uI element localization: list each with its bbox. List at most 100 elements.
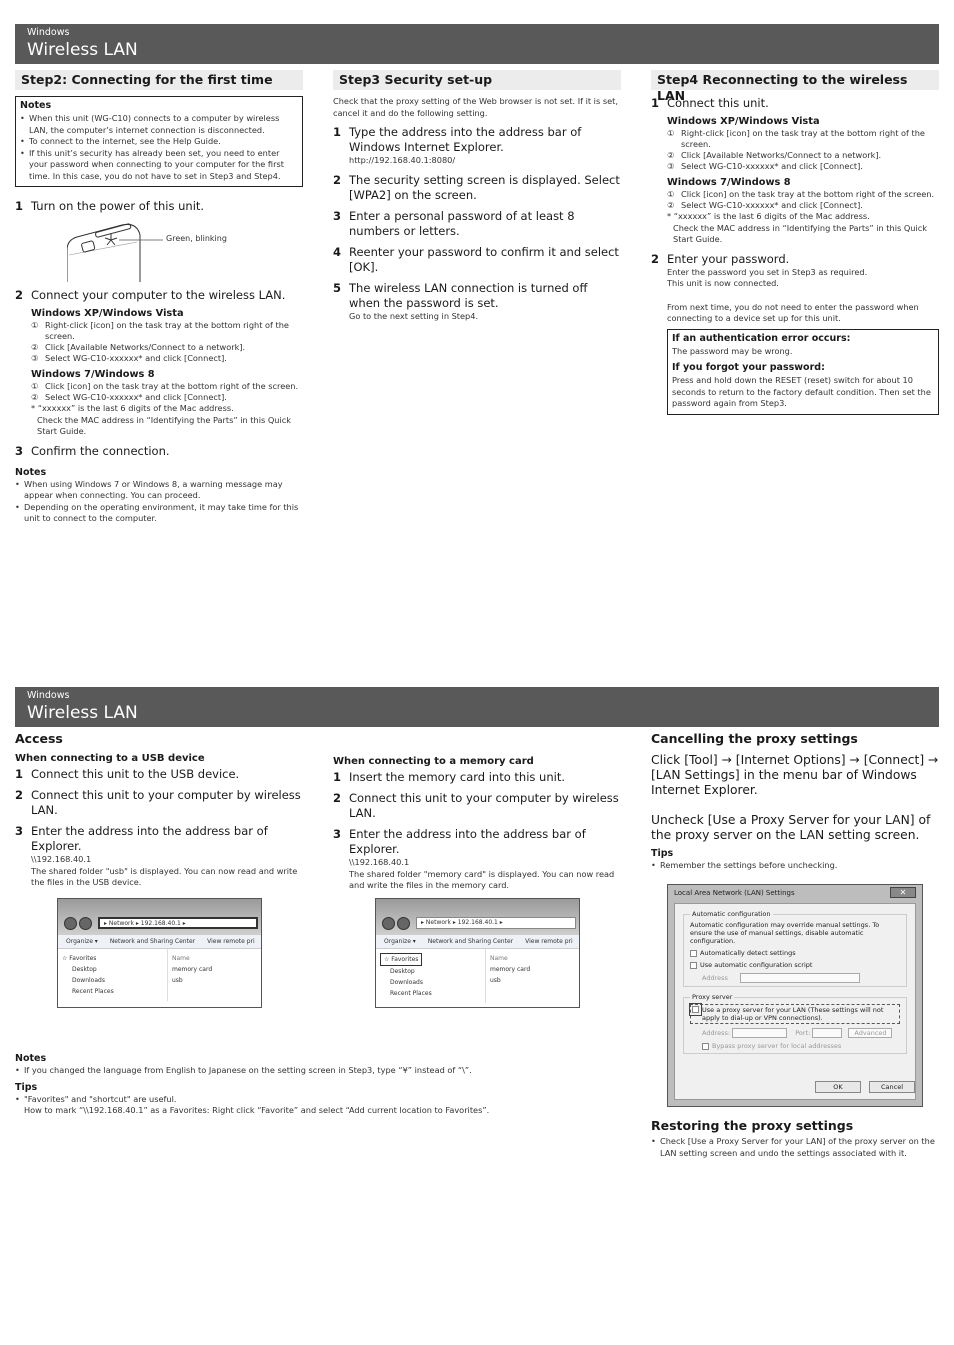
xp-step: ② Click [Available Networks/Connect to a … [667,150,882,160]
w7-subheading: Windows 7/Windows 8 [667,177,791,188]
footnote: * “xxxxxx” is the last 6 digits of the M… [31,403,234,413]
use-proxy-checkbox[interactable]: Use a proxy server for your LAN (These s… [689,1003,900,1024]
step2-step2: 2 Connect your computer to the wireless … [15,288,286,302]
forward-icon [79,917,92,930]
nav-item: Recent Places [390,990,432,997]
footnote: Check the MAC address in “Identifying th… [673,222,927,245]
xp-step: ③ Select WG-C10-xxxxxx* and click [Connec… [667,161,863,171]
restore-title: Restoring the proxy settings [651,1118,854,1133]
group-legend: Automatic configuration [692,910,771,918]
band-title: Wireless LAN [27,703,138,723]
step4-text: Enter the password you set in Step3 as r… [667,266,868,277]
address-label: Address [702,974,728,982]
auto-config-group: Automatic configuration Automatic config… [683,910,907,987]
note-item: If you changed the language from English… [15,1065,615,1077]
w7-step: ① Click [icon] on the task tray at the bo… [667,189,935,199]
led-label: Green, blinking [166,234,227,243]
tips-title: Tips [15,1081,38,1093]
auth-error-text: The password may be wrong. [672,345,793,356]
proxy-server-group: Proxy server Use a proxy server for your… [683,993,907,1054]
tip-item: "Favorites" and "shortcut" are useful. [15,1094,615,1106]
column-header: Name [172,955,190,962]
forgot-password-text: Press and hold down the RESET (reset) sw… [672,375,931,408]
auto-script-checkbox[interactable]: Use automatic configuration script [690,961,900,969]
step4-text: From next time, you do not need to enter… [667,301,919,324]
close-icon[interactable]: ✕ [890,887,916,898]
proxy-title: Cancelling the proxy settings [651,731,858,746]
explorer-screenshot-usb: ▸ Network ▸ 192.168.40.1 ▸ Organize ▾ Net… [57,898,262,1008]
w7-step: ② Select WG-C10-xxxxxx* and click [Connec… [667,200,863,210]
step4-step1: 1 Connect this unit. [651,96,769,110]
address-bar: ▸ Network ▸ 192.168.40.1 ▸ [416,917,576,929]
notes-title: Notes [15,466,47,478]
step2-section: Step2: Connecting for the first time Not… [15,70,303,525]
step4-step2: 2 Enter your password. [651,251,790,266]
address-bar: ▸ Network ▸ 192.168.40.1 ▸ [98,917,258,929]
address-text: \\192.168.40.1 [349,857,410,867]
proxy-section: Cancelling the proxy settings Click [Too… [651,731,941,872]
back-icon [64,917,77,930]
usb-description: The shared folder "usb" is displayed. Yo… [31,865,298,888]
xp-step: ③ Select WG-C10-xxxxxx* and click [Connec… [31,353,227,363]
access-title: Access [15,731,63,746]
proxy-address-input[interactable] [732,1028,788,1038]
step3-step: 1 Type the address into the address bar … [333,125,621,167]
nav-item: Desktop [72,966,97,973]
script-address-input[interactable] [739,973,860,983]
dialog-title: Local Area Network (LAN) Settings [674,889,795,897]
port-label: Port: [795,1029,811,1037]
xp-step: ① Right-click [icon] on the task tray at … [667,128,925,149]
auto-detect-checkbox[interactable]: Automatically detect settings [690,949,900,957]
footnote: Check the MAC address in “Identifying th… [37,414,291,437]
memory-heading: When connecting to a memory card [333,756,534,767]
group-legend: Proxy server [692,993,733,1001]
toolbar-item: Organize ▾ [66,938,98,945]
xp-subheading: Windows XP/Windows Vista [31,308,184,319]
usb-step: 2 Connect this unit to your computer by w… [15,788,301,817]
step3-step: 5 The wireless LAN connection is turned … [333,280,588,321]
device-illustration: Green, blinking [66,220,267,282]
band-subtitle: Windows [27,690,70,701]
lan-settings-dialog: Local Area Network (LAN) Settings ✕ Auto… [667,884,923,1107]
step4-text: This unit is now connected. [667,278,779,288]
usb-step: 3 Enter the address into the address bar … [15,824,268,853]
xp-step: ② Click [Available Networks/Connect to a … [31,342,246,352]
toolbar-item: View remote pri [525,938,573,945]
column-header: Name [490,955,508,962]
auth-error-heading: If an authentication error occurs: [672,332,851,344]
proxy-port-input[interactable] [812,1028,843,1038]
memory-step: 3 Enter the address into the address bar … [333,827,586,856]
url-text: http://192.168.40.1:8080/ [349,155,456,165]
note-item: To connect to the internet, see the Help… [20,136,298,148]
nav-item: Downloads [72,977,105,984]
step2-step1: 1 Turn on the power of this unit. [15,199,205,213]
advanced-button[interactable]: Advanced [848,1028,893,1038]
bypass-checkbox[interactable]: Bypass proxy server for local addresses [690,1042,900,1050]
ok-button[interactable]: OK [815,1081,861,1093]
notes-title: Notes [15,1053,47,1064]
note-item: When this unit (WG-C10) connects to a co… [20,113,298,136]
tip-text: How to mark “\\192.168.40.1” as a Favori… [24,1105,490,1115]
step2-notes-box: Notes When this unit (WG-C10) connects t… [15,96,303,187]
w7-step: ① Click [icon] on the task tray at the bo… [31,381,299,391]
memory-description: The shared folder "memory card" is displ… [349,868,615,891]
tips-title: Tips [651,848,674,859]
proxy-address-label: Address: [702,1029,731,1037]
step4-heading: Step4 Reconnecting to the wireless LAN [651,70,939,103]
nav-item: Desktop [390,968,415,975]
cancel-button[interactable]: Cancel [869,1081,915,1093]
note-item: When using Windows 7 or Windows 8, a war… [15,479,303,502]
forgot-password-heading: If you forgot your password: [672,362,825,373]
explorer-screenshot-memory: ▸ Network ▸ 192.168.40.1 ▸ Organize ▾ Net… [375,898,580,1008]
memory-step: 1 Insert the memory card into this unit. [333,770,565,784]
device-icon [66,223,163,282]
band-subtitle: Windows [27,27,70,38]
step3-heading: Step3 Security set-up [333,70,621,90]
proxy-instruction: Click [Tool] → [Internet Options] → [Con… [651,753,939,797]
step3-step: 3 Enter a personal password of at least … [333,208,575,238]
notes-title: Notes [20,100,52,111]
step4-section: Step4 Reconnecting to the wireless LAN 1… [651,70,939,415]
restore-item: Check [Use a Proxy Server for your LAN] … [651,1136,941,1159]
w7-subheading: Windows 7/Windows 8 [31,369,155,380]
folder-item: usb [490,977,501,984]
